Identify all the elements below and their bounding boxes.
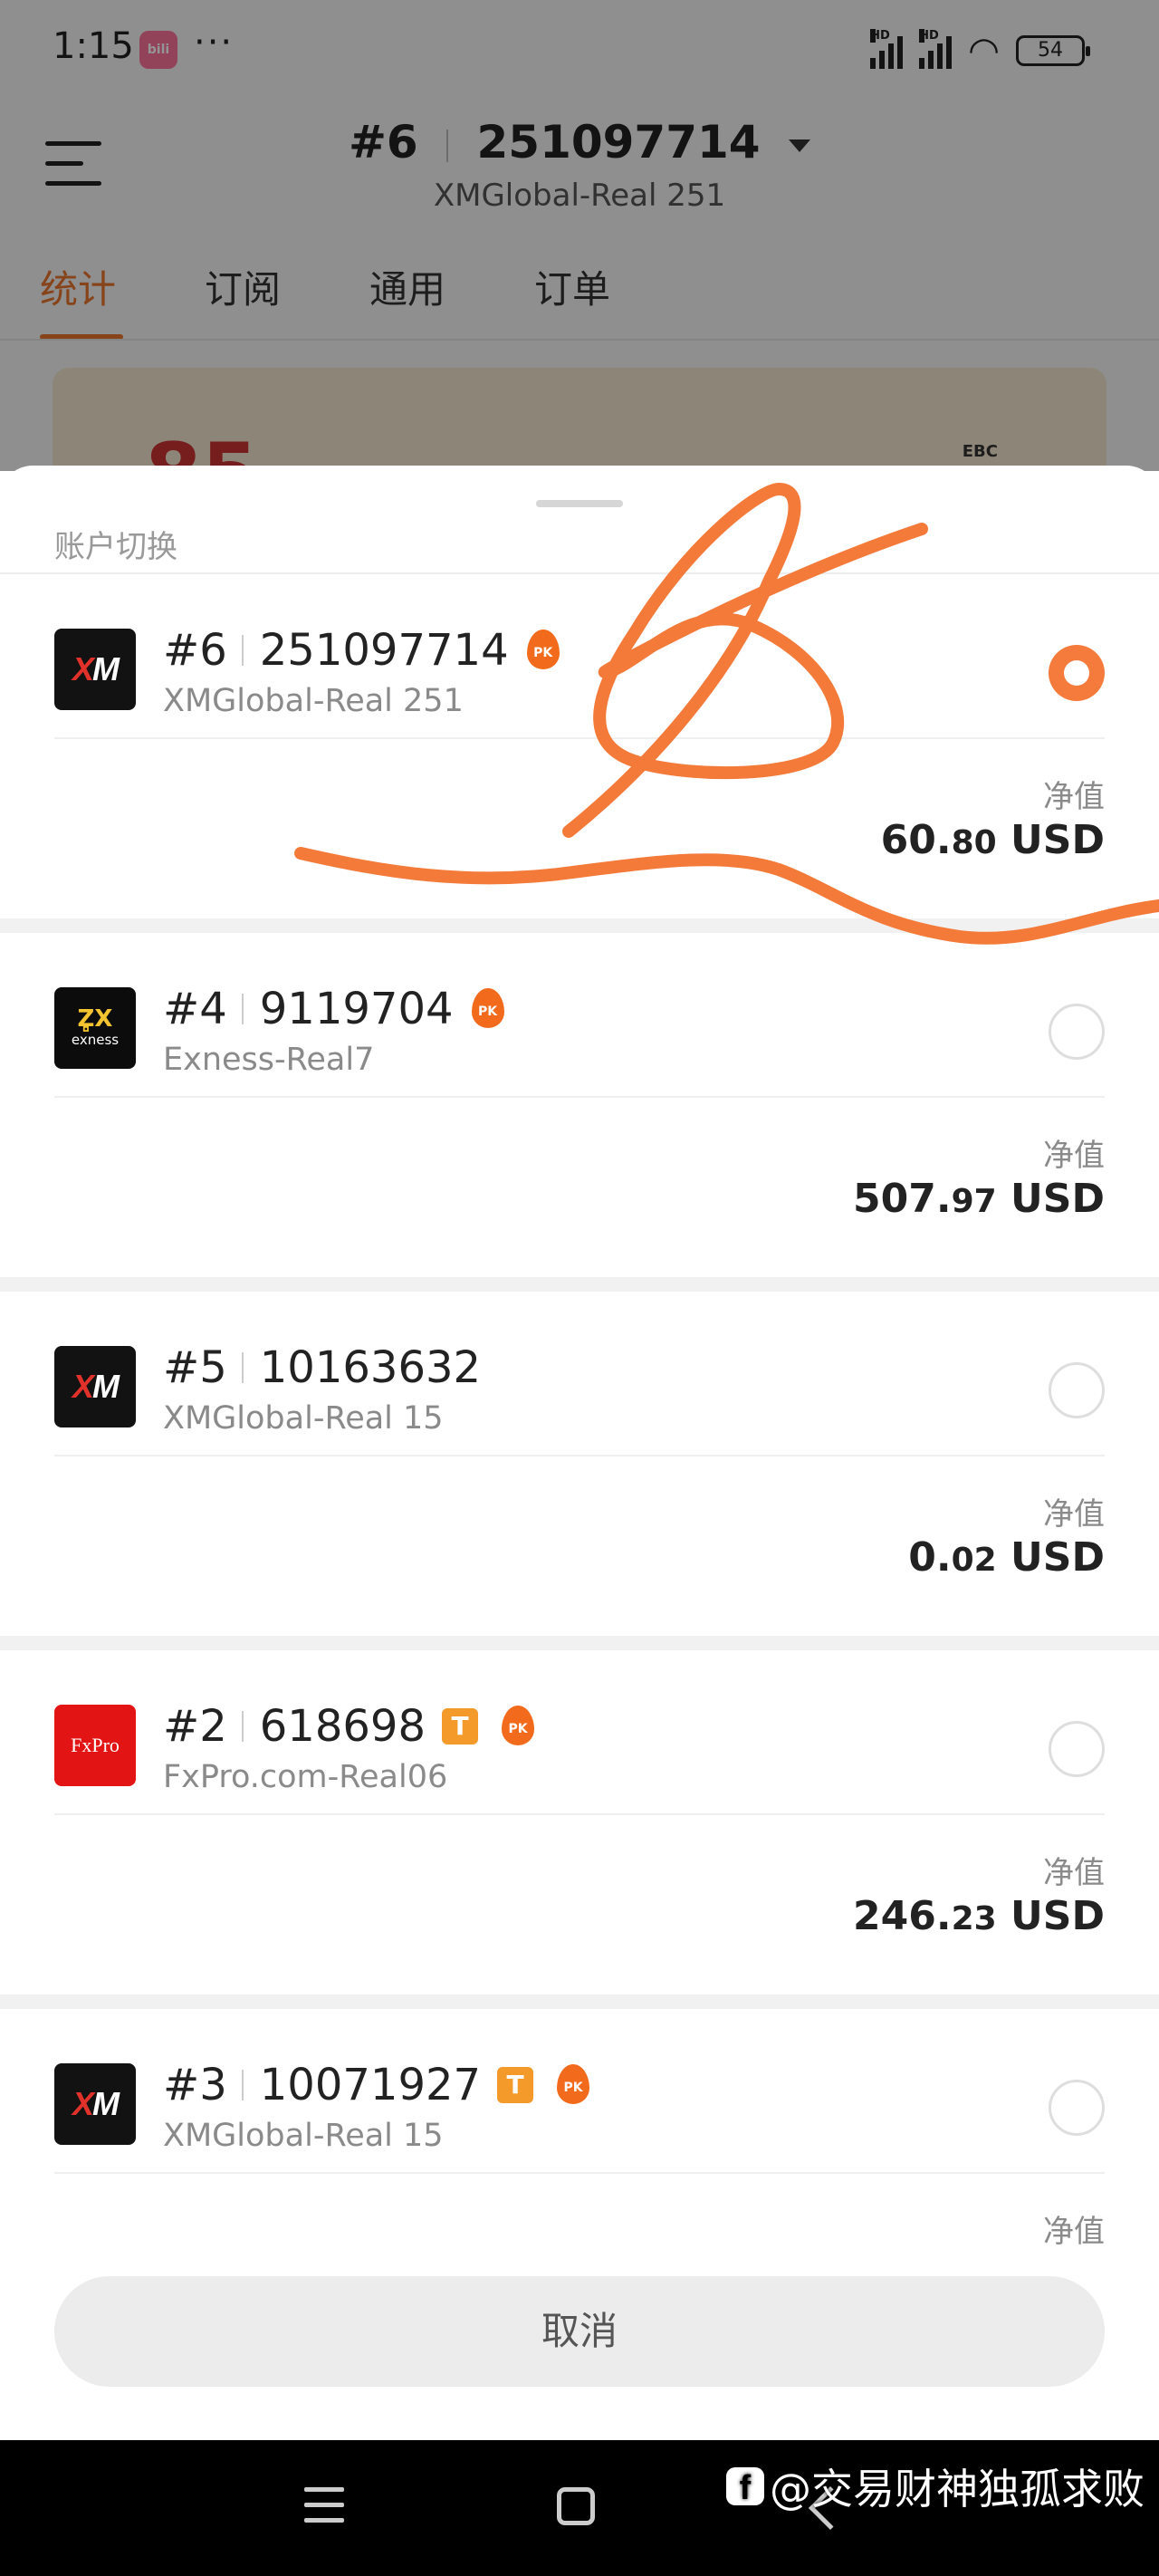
- divider: [54, 1813, 1105, 1815]
- account-server: XMGlobal-Real 251: [163, 683, 464, 719]
- account-radio[interactable]: [1049, 1721, 1105, 1777]
- pk-flame-icon: PK: [500, 1706, 536, 1747]
- account-id: 9119704: [259, 984, 454, 1034]
- account-radio[interactable]: [1049, 2080, 1105, 2136]
- account-card[interactable]: FxPro #2 618698 T PK FxPro.com-Real06 净值…: [0, 1650, 1159, 1994]
- account-radio[interactable]: [1049, 1004, 1105, 1060]
- divider: [54, 1455, 1105, 1456]
- xm-logo: XM: [54, 1346, 136, 1427]
- facebook-icon: f: [726, 2467, 764, 2507]
- sheet-drag-handle[interactable]: [536, 500, 623, 507]
- equity-value: 507.97 USD: [853, 1176, 1105, 1222]
- equity-label: 净值: [1043, 779, 1105, 815]
- sheet-title: 账户切换: [54, 529, 177, 565]
- pk-flame-icon: PK: [525, 630, 561, 671]
- account-server: Exness-Real7: [163, 1042, 375, 1078]
- separator: [241, 994, 244, 1024]
- equity-value: 60.80 USD: [880, 817, 1105, 863]
- equity-label: 净值: [1043, 2214, 1105, 2250]
- account-title: #2 618698 T PK: [163, 1701, 536, 1752]
- account-num: #2: [163, 1701, 227, 1752]
- pk-flame-icon: PK: [470, 988, 506, 1030]
- card-separator: [0, 1636, 1159, 1650]
- trader-badge: T: [497, 2067, 534, 2103]
- separator: [241, 1711, 244, 1742]
- fxpro-logo: FxPro: [54, 1705, 136, 1786]
- equity-value: 246.23 USD: [853, 1893, 1105, 1939]
- divider: [54, 2172, 1105, 2174]
- watermark-text: @交易财神独孤求败: [770, 2465, 1145, 2514]
- xm-logo: XM: [54, 2063, 136, 2145]
- card-separator: [0, 1277, 1159, 1292]
- account-id: 251097714: [259, 625, 509, 676]
- equity-label: 净值: [1043, 1496, 1105, 1533]
- equity-label: 净值: [1043, 1855, 1105, 1891]
- equity-label: 净值: [1043, 1138, 1105, 1174]
- account-id: 10163632: [259, 1342, 482, 1393]
- account-radio[interactable]: [1049, 1362, 1105, 1418]
- account-num: #5: [163, 1342, 227, 1393]
- divider: [54, 1096, 1105, 1098]
- account-num: #3: [163, 2060, 227, 2110]
- account-id: 10071927: [259, 2060, 482, 2110]
- card-separator: [0, 918, 1159, 933]
- account-card[interactable]: Z̻X exness #4 9119704 PK Exness-Real7 净值 …: [0, 933, 1159, 1277]
- account-num: #6: [163, 625, 227, 676]
- recent-apps-icon[interactable]: [304, 2487, 344, 2523]
- account-server: XMGlobal-Real 15: [163, 1400, 444, 1437]
- trader-badge: T: [442, 1708, 478, 1745]
- watermark: f @交易财神独孤求败: [726, 2456, 1145, 2516]
- account-radio-selected[interactable]: [1049, 645, 1105, 701]
- equity-value: 0.02 USD: [908, 1534, 1105, 1581]
- separator: [241, 2070, 244, 2100]
- cancel-button[interactable]: 取消: [54, 2276, 1105, 2387]
- account-server: FxPro.com-Real06: [163, 1759, 448, 1795]
- account-title: #3 10071927 T PK: [163, 2060, 591, 2110]
- account-title: #4 9119704 PK: [163, 984, 506, 1034]
- account-title: #6 251097714 PK: [163, 625, 561, 676]
- divider: [54, 737, 1105, 739]
- account-card[interactable]: XM #5 10163632 XMGlobal-Real 15 净值 0.02 …: [0, 1292, 1159, 1636]
- account-switch-sheet: 账户切换 XM #6 251097714 PK XMGlobal-Real 25…: [0, 466, 1159, 2440]
- account-card[interactable]: XM #6 251097714 PK XMGlobal-Real 251 净值 …: [0, 574, 1159, 918]
- account-title: #5 10163632: [163, 1342, 497, 1393]
- separator: [241, 635, 244, 666]
- modal-overlay[interactable]: [0, 0, 1159, 471]
- pk-flame-icon: PK: [555, 2064, 591, 2106]
- account-num: #4: [163, 984, 227, 1034]
- exness-logo: Z̻X exness: [54, 987, 136, 1069]
- card-separator: [0, 1994, 1159, 2009]
- xm-logo: XM: [54, 629, 136, 710]
- account-id: 618698: [259, 1701, 426, 1752]
- account-server: XMGlobal-Real 15: [163, 2118, 444, 2154]
- home-icon[interactable]: [557, 2487, 595, 2525]
- separator: [241, 1352, 244, 1383]
